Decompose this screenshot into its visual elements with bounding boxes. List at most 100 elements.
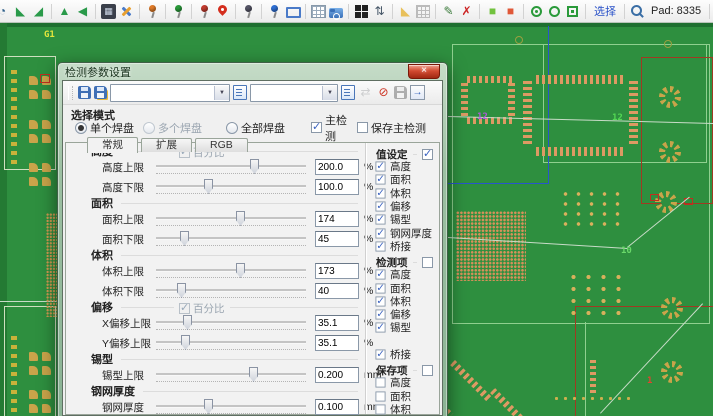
checkbox-icon[interactable] — [357, 122, 368, 133]
edit-chart-icon[interactable]: ✎ — [441, 4, 456, 19]
tab-rgb[interactable]: RGB — [195, 138, 248, 152]
slider[interactable] — [156, 335, 306, 351]
checkbox-icon[interactable] — [311, 122, 322, 133]
value-field[interactable] — [315, 179, 359, 195]
toolbar-separator — [479, 4, 480, 19]
frame-icon[interactable] — [565, 4, 580, 19]
value-field[interactable] — [315, 231, 359, 247]
slider[interactable] — [156, 211, 306, 227]
prism-icon[interactable]: ▲ — [57, 4, 72, 19]
value-field[interactable] — [315, 211, 359, 227]
toolbar-separator — [523, 4, 524, 19]
close-button[interactable]: × — [408, 64, 440, 79]
red-square-icon[interactable]: ■ — [503, 4, 518, 19]
camera-icon[interactable] — [329, 8, 343, 18]
percent-label: 百分比 — [193, 301, 225, 316]
photo-icon[interactable]: ▦ — [101, 4, 116, 19]
value-field[interactable] — [315, 159, 359, 175]
value-field[interactable] — [315, 263, 359, 279]
checkbox-icon[interactable] — [375, 378, 385, 388]
pad-group-combo[interactable]: ▼ — [110, 84, 230, 102]
clock-icon[interactable]: ◔ — [0, 4, 10, 19]
apply-pad-icon[interactable] — [233, 85, 247, 100]
checkbox-icon[interactable] — [375, 349, 385, 359]
block-icon[interactable]: ⊘ — [376, 85, 391, 100]
value-field[interactable] — [315, 399, 359, 415]
slider[interactable] — [156, 231, 306, 247]
pcb-marked-pad — [650, 194, 659, 201]
save-icon[interactable] — [78, 86, 91, 99]
radio-single-pad[interactable]: 单个焊盘 — [75, 120, 143, 136]
radio-all-pads[interactable]: 全部焊盘 — [226, 120, 311, 136]
checkbox-icon[interactable] — [375, 201, 385, 211]
fov-group-combo[interactable]: ▼ — [250, 84, 338, 102]
mesh-icon[interactable] — [416, 5, 430, 18]
circle-icon[interactable] — [547, 4, 562, 19]
checkbox-icon[interactable] — [375, 296, 385, 306]
radio-icon[interactable] — [75, 122, 87, 134]
radio-label: 多个焊盘 — [158, 120, 202, 136]
value-field[interactable] — [315, 283, 359, 299]
select-label[interactable]: 选择 — [591, 3, 619, 19]
combo-arrow-icon[interactable]: ▼ — [322, 86, 337, 100]
tiles-icon[interactable] — [354, 4, 369, 19]
checkbox-icon[interactable] — [375, 162, 385, 172]
save-as-icon[interactable] — [94, 86, 107, 99]
slider[interactable] — [156, 179, 306, 195]
pin-red-icon[interactable] — [197, 4, 212, 19]
checkbox-icon[interactable] — [375, 404, 385, 414]
panel-item: 体积 — [366, 295, 438, 308]
zoom-icon[interactable] — [630, 4, 645, 19]
slider[interactable] — [156, 367, 306, 383]
apply-fov-icon[interactable] — [341, 85, 355, 100]
checkbox-icon[interactable] — [375, 215, 385, 225]
group-header: 面积 — [66, 197, 364, 209]
sort-az-icon[interactable]: ⇅ — [372, 4, 387, 19]
value-field[interactable] — [315, 367, 359, 383]
value-field[interactable] — [315, 335, 359, 351]
checkbox-icon[interactable] — [375, 241, 385, 251]
combo-arrow-icon[interactable]: ▼ — [214, 86, 229, 100]
target-icon[interactable] — [529, 4, 544, 19]
rect-select-icon[interactable] — [285, 4, 300, 19]
slider[interactable] — [156, 283, 306, 299]
checkbox-icon[interactable] — [375, 270, 385, 280]
slider[interactable] — [156, 263, 306, 279]
board-b-icon[interactable]: ◢ — [31, 4, 46, 19]
checkbox-icon[interactable] — [375, 323, 385, 333]
checkbox-icon[interactable] — [375, 188, 385, 198]
panel-master-checkbox[interactable] — [422, 365, 433, 376]
pin-dark-icon[interactable] — [241, 4, 256, 19]
pin-orange-icon[interactable] — [145, 4, 160, 19]
checkbox-icon[interactable] — [375, 310, 385, 320]
checkbox-icon[interactable] — [375, 283, 385, 293]
tab-general[interactable]: 常规 — [87, 137, 138, 153]
marker-icon[interactable] — [215, 4, 230, 19]
radio-icon[interactable] — [226, 122, 238, 134]
pin-blue-icon[interactable] — [267, 4, 282, 19]
slider[interactable] — [156, 315, 306, 331]
checkbox-icon[interactable] — [375, 175, 385, 185]
slider-row: 高度下限% — [66, 177, 364, 197]
panel-save-items: 保存项高度面积体积偏移 — [366, 364, 438, 416]
table-icon[interactable] — [311, 5, 326, 18]
dialog-titlebar[interactable]: 检测参数设置 × — [62, 63, 443, 80]
slider[interactable] — [156, 399, 306, 415]
value-field[interactable] — [315, 315, 359, 331]
toolbar-separator — [95, 4, 96, 19]
delete-icon[interactable]: ✗ — [459, 4, 474, 19]
tab-extended[interactable]: 扩展 — [141, 138, 192, 152]
panel-master-checkbox[interactable] — [422, 257, 433, 268]
pin-green-icon[interactable] — [171, 4, 186, 19]
horn-icon[interactable]: ◀ — [75, 4, 90, 19]
green-square-icon[interactable]: ■ — [485, 4, 500, 19]
ruler-icon[interactable]: ◣ — [398, 4, 413, 19]
checkbox-save-main-inspect[interactable]: 保存主检测 — [357, 120, 443, 136]
checkbox-icon[interactable] — [375, 228, 385, 238]
exit-icon[interactable]: → — [410, 85, 425, 100]
group-offset: 偏移百分比X偏移上限%Y偏移上限% — [66, 301, 364, 353]
board-a-icon[interactable]: ◣ — [13, 4, 28, 19]
slider[interactable] — [156, 159, 306, 175]
tools-icon[interactable] — [119, 4, 134, 19]
checkbox-icon[interactable] — [375, 391, 385, 401]
